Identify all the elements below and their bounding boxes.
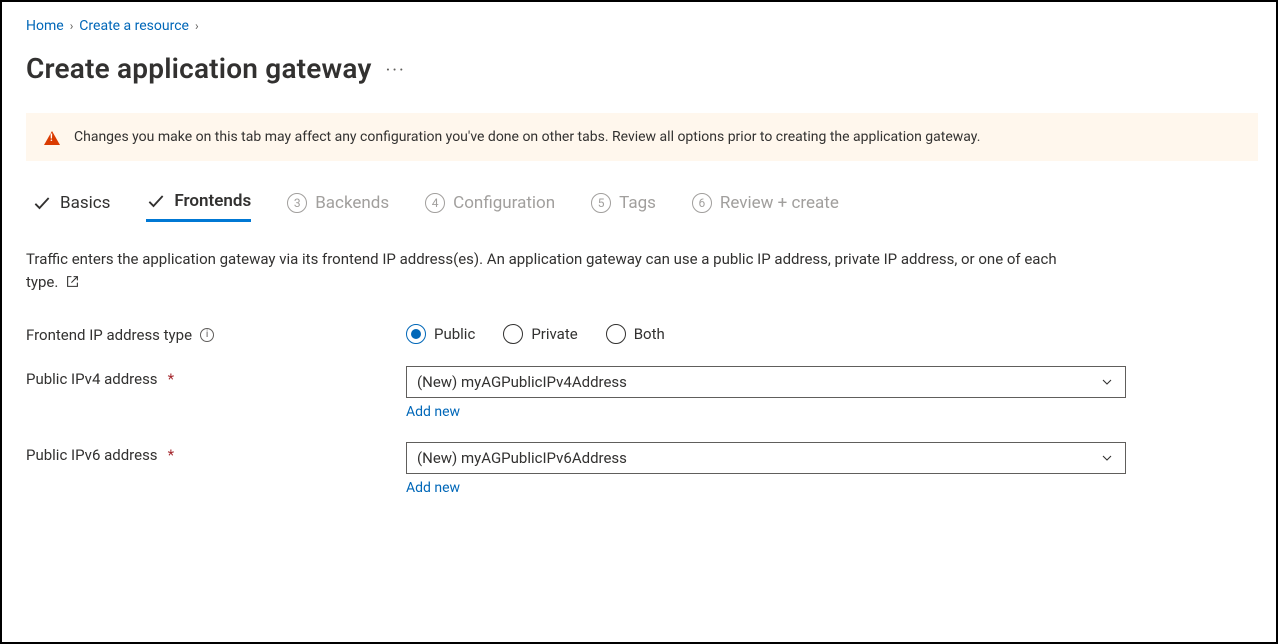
row-public-ipv6: Public IPv6 address * (New) myAGPublicIP… (26, 442, 1252, 496)
check-icon (32, 193, 52, 213)
tab-backends[interactable]: 3 Backends (287, 191, 389, 222)
step-number-icon: 3 (287, 193, 307, 213)
tab-label: Review + create (720, 193, 839, 213)
radio-label: Private (531, 325, 577, 343)
tab-configuration[interactable]: 4 Configuration (425, 191, 555, 222)
radio-label: Public (434, 325, 475, 343)
tab-frontends[interactable]: Frontends (146, 191, 251, 222)
tab-tags[interactable]: 5 Tags (591, 191, 656, 222)
tab-description-text: Traffic enters the application gateway v… (26, 250, 1057, 291)
radio-both[interactable]: Both (606, 324, 665, 344)
tab-review-create[interactable]: 6 Review + create (692, 191, 839, 222)
radio-label: Both (634, 325, 665, 343)
row-frontend-ip-type: Frontend IP address type i Public Privat… (26, 322, 1252, 344)
add-new-ipv6-link[interactable]: Add new (406, 480, 460, 496)
public-ipv6-select[interactable]: (New) myAGPublicIPv6Address (406, 442, 1126, 474)
tab-label: Tags (619, 193, 656, 213)
tab-basics[interactable]: Basics (32, 191, 110, 222)
wizard-tabs: Basics Frontends 3 Backends 4 Configurat… (26, 191, 1252, 222)
add-new-ipv4-link[interactable]: Add new (406, 404, 460, 420)
page-title: Create application gateway (26, 52, 372, 85)
frontend-ip-type-label: Frontend IP address type (26, 326, 192, 344)
step-number-icon: 5 (591, 193, 611, 213)
warning-banner: Changes you make on this tab may affect … (26, 113, 1258, 161)
tab-description: Traffic enters the application gateway v… (26, 248, 1086, 296)
step-number-icon: 4 (425, 193, 445, 213)
breadcrumb-create-resource[interactable]: Create a resource (79, 18, 189, 34)
required-indicator-icon: * (168, 370, 174, 388)
more-actions-button[interactable]: ··· (386, 58, 406, 80)
chevron-down-icon (1099, 374, 1115, 390)
public-ipv4-label: Public IPv4 address (26, 370, 158, 388)
external-link-icon[interactable] (66, 272, 79, 295)
frontend-ip-type-radio-group: Public Private Both (406, 322, 1126, 344)
warning-text: Changes you make on this tab may affect … (74, 129, 980, 145)
required-indicator-icon: * (168, 446, 174, 464)
breadcrumb-separator-icon: › (195, 19, 199, 33)
tab-label: Basics (60, 193, 110, 213)
tab-label: Frontends (174, 191, 251, 211)
radio-private[interactable]: Private (503, 324, 577, 344)
radio-dot-icon (606, 324, 626, 344)
public-ipv4-value: (New) myAGPublicIPv4Address (417, 373, 627, 391)
public-ipv6-label: Public IPv6 address (26, 446, 158, 464)
info-icon[interactable]: i (200, 328, 214, 342)
row-public-ipv4: Public IPv4 address * (New) myAGPublicIP… (26, 366, 1252, 420)
tab-label: Configuration (453, 193, 555, 213)
breadcrumb: Home › Create a resource › (26, 18, 1252, 34)
breadcrumb-separator-icon: › (70, 19, 74, 33)
radio-dot-icon (406, 324, 426, 344)
title-row: Create application gateway ··· (26, 52, 1252, 85)
warning-icon (44, 131, 60, 145)
radio-dot-icon (503, 324, 523, 344)
step-number-icon: 6 (692, 193, 712, 213)
radio-public[interactable]: Public (406, 324, 475, 344)
breadcrumb-home[interactable]: Home (26, 18, 64, 34)
tab-label: Backends (315, 193, 389, 213)
public-ipv4-select[interactable]: (New) myAGPublicIPv4Address (406, 366, 1126, 398)
public-ipv6-value: (New) myAGPublicIPv6Address (417, 449, 627, 467)
check-icon (146, 191, 166, 211)
chevron-down-icon (1099, 450, 1115, 466)
